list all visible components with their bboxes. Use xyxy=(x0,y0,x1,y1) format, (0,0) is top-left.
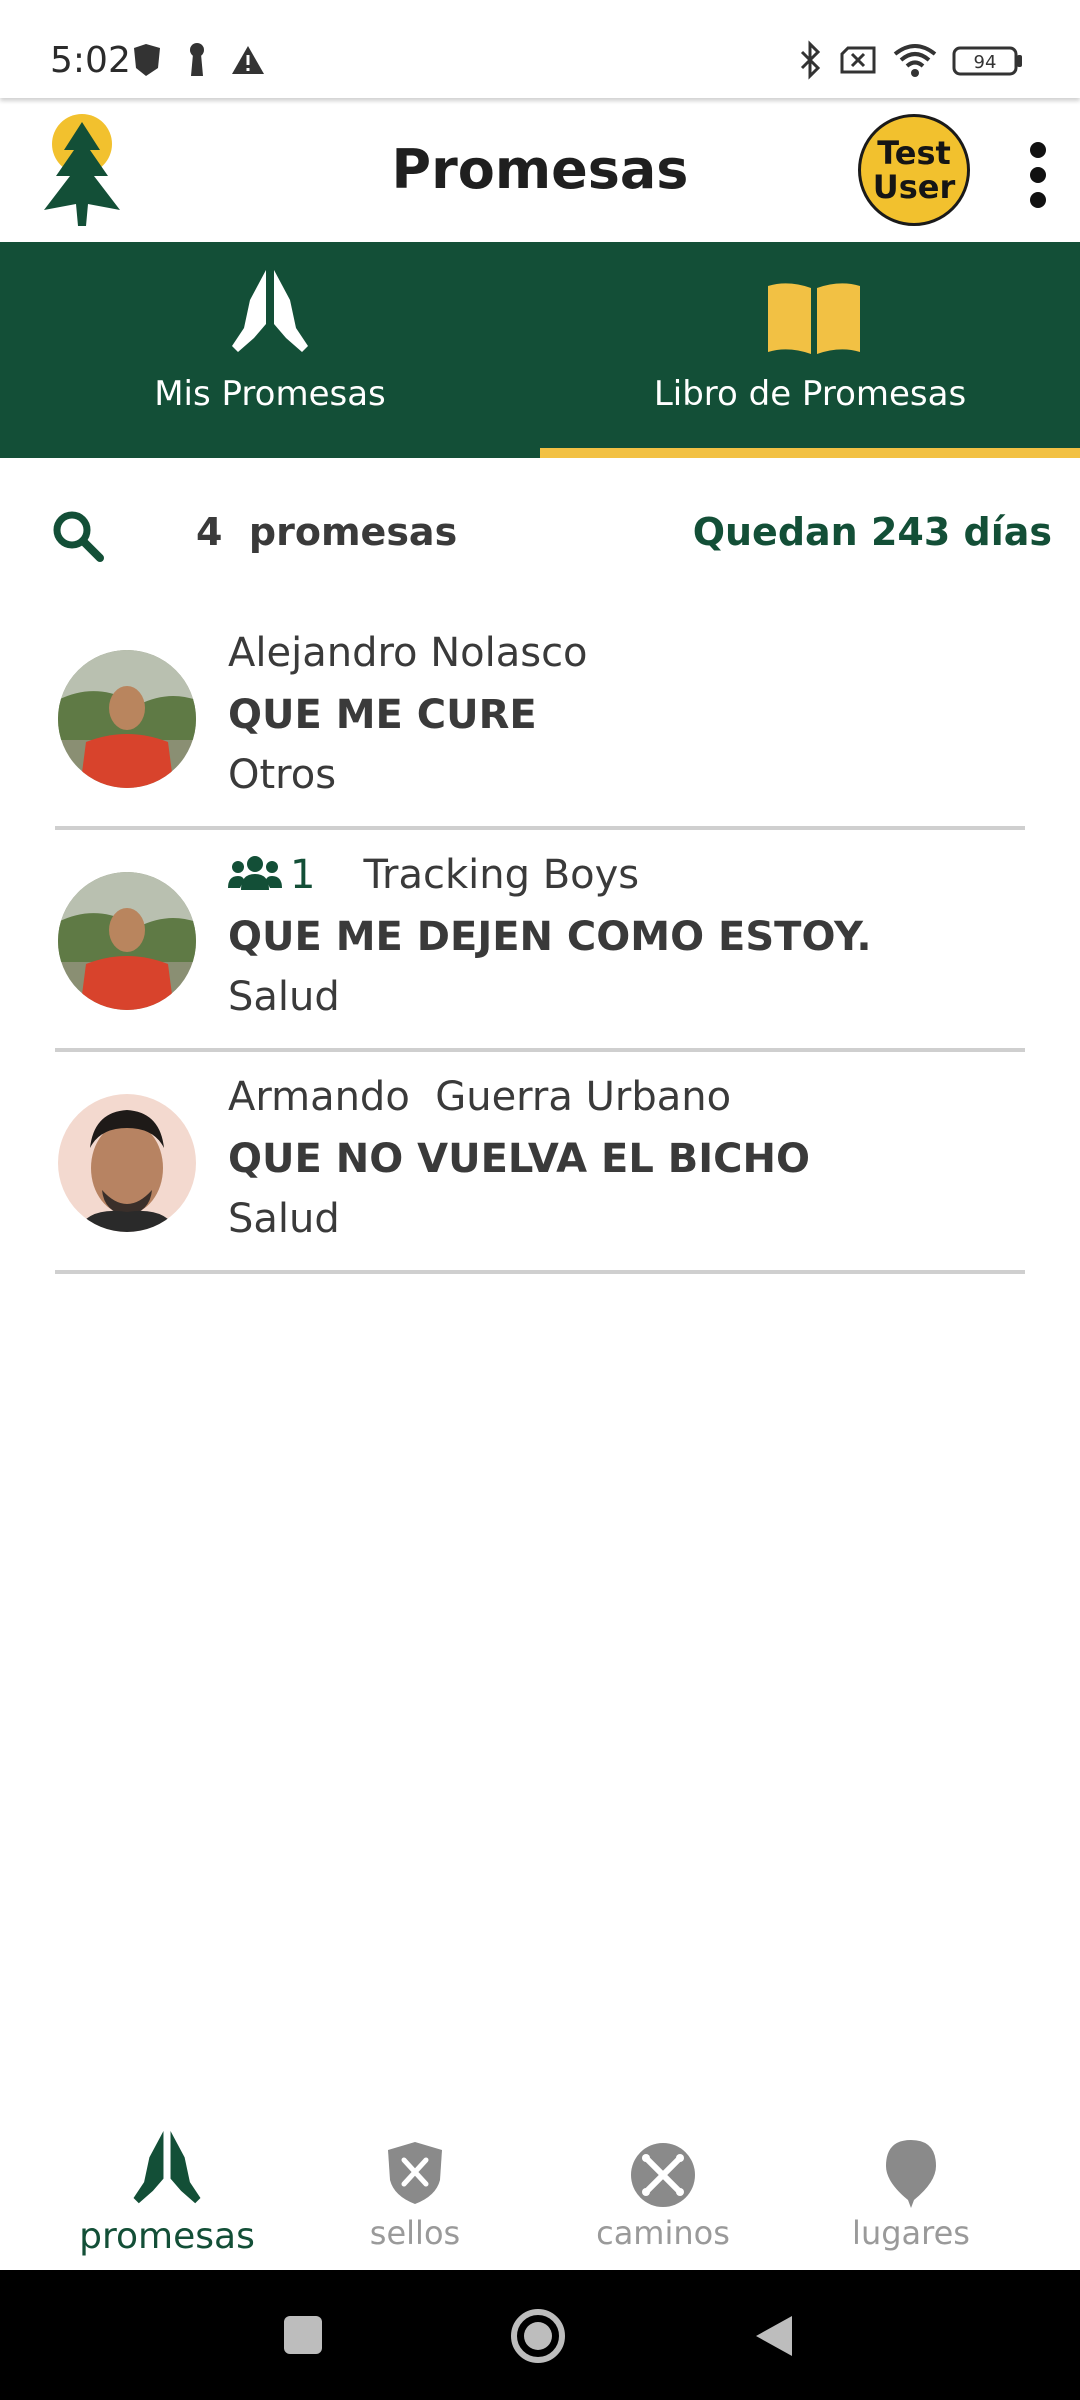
sim-off-icon xyxy=(840,46,876,74)
nav-sellos[interactable]: sellos xyxy=(290,2110,540,2270)
promise-text: QUE NO VUELVA EL BICHO xyxy=(228,1136,810,1182)
promise-category: Salud xyxy=(228,974,340,1020)
shield-icon xyxy=(388,2142,442,2204)
nav-label: caminos xyxy=(596,2214,730,2252)
nav-caminos[interactable]: caminos xyxy=(538,2110,788,2270)
recent-apps-icon[interactable] xyxy=(282,2314,324,2356)
user-badge-line2: User xyxy=(872,168,956,206)
tab-label: Libro de Promesas xyxy=(653,374,967,414)
active-tab-indicator xyxy=(540,448,1080,458)
promise-author: Alejandro Nolasco xyxy=(228,630,588,676)
tab-bar: Mis Promesas Libro de Promesas xyxy=(0,242,1080,458)
group-name: Tracking Boys xyxy=(363,852,640,898)
nav-label: sellos xyxy=(369,2214,461,2252)
promise-text: QUE ME DEJEN COMO ESTOY. xyxy=(228,914,872,960)
promise-count: 4 promesas xyxy=(196,510,458,554)
promise-group: 1 Tracking Boys xyxy=(228,852,639,898)
nav-label: promesas xyxy=(79,2216,255,2257)
avatar xyxy=(58,1094,196,1232)
keyhole-icon xyxy=(190,43,204,76)
back-icon[interactable] xyxy=(752,2312,796,2360)
wifi-icon xyxy=(893,44,937,77)
more-options-icon[interactable] xyxy=(1018,140,1058,210)
svg-text:94: 94 xyxy=(974,52,997,73)
tab-mis-promesas[interactable]: Mis Promesas xyxy=(0,242,540,458)
praying-hands-icon xyxy=(232,270,308,352)
battery-icon: 94 xyxy=(952,46,1022,76)
nav-promesas[interactable]: promesas xyxy=(42,2110,292,2270)
group-member-count: 1 xyxy=(290,852,316,898)
status-time: 5:02 xyxy=(50,40,131,81)
promise-author: Armando Guerra Urbano xyxy=(228,1074,732,1120)
bluetooth-icon xyxy=(800,40,821,80)
promise-category: Salud xyxy=(228,1196,340,1242)
avatar xyxy=(58,872,196,1010)
open-book-icon xyxy=(768,283,860,354)
promise-category: Otros xyxy=(228,752,337,798)
system-nav-bar xyxy=(0,2270,1080,2400)
crossed-bones-icon xyxy=(631,2143,695,2207)
days-remaining: Quedan 243 días xyxy=(692,510,1052,554)
nav-label: lugares xyxy=(852,2214,970,2252)
shield-leaf-icon xyxy=(134,44,160,76)
home-icon[interactable] xyxy=(510,2308,566,2364)
user-avatar[interactable]: Test User xyxy=(858,114,970,226)
warning-icon xyxy=(232,46,264,74)
nav-lugares[interactable]: lugares xyxy=(786,2110,1036,2270)
praying-hands-icon xyxy=(133,2131,201,2204)
list-item[interactable]: Alejandro Nolasco QUE ME CURE Otros xyxy=(55,610,1025,830)
tab-libro-de-promesas[interactable]: Libro de Promesas xyxy=(540,242,1080,458)
search-icon[interactable] xyxy=(50,508,106,564)
promise-text: QUE ME CURE xyxy=(228,692,537,738)
group-icon xyxy=(228,856,282,890)
avatar xyxy=(58,650,196,788)
list-item[interactable]: Armando Guerra Urbano QUE NO VUELVA EL B… xyxy=(55,1054,1025,1274)
tab-label: Mis Promesas xyxy=(154,374,386,414)
map-pin-icon xyxy=(886,2140,936,2208)
list-item[interactable]: 1 Tracking Boys QUE ME DEJEN COMO ESTOY. … xyxy=(55,832,1025,1052)
status-bar: 5:02 94 xyxy=(0,0,1080,98)
user-badge-line1: Test xyxy=(877,134,951,172)
